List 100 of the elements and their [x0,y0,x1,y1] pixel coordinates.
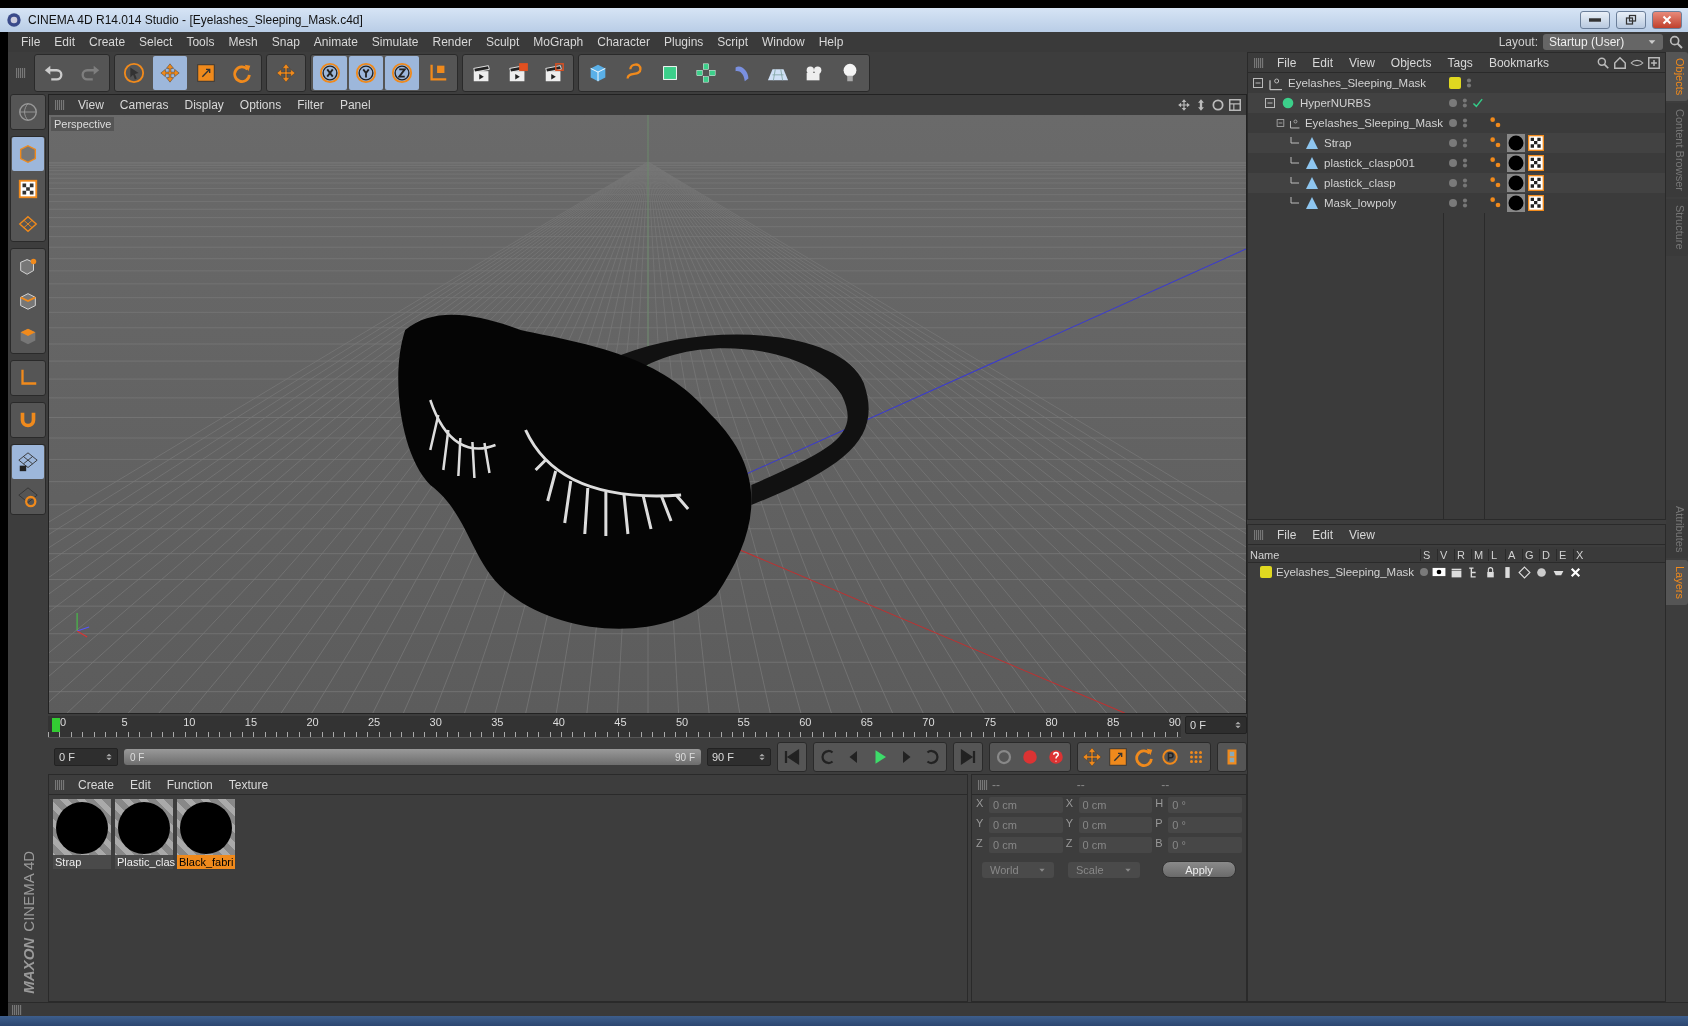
close-button[interactable] [1652,11,1682,29]
menu-item[interactable]: Mesh [221,35,265,49]
menu-item[interactable]: View [1342,527,1382,542]
toolbar-grip[interactable] [16,68,26,78]
layer-row[interactable]: Eyelashes_Sleeping_Mask [1248,563,1665,581]
column-header[interactable]: G [1522,548,1539,561]
material-swatch[interactable]: Black_fabri [177,799,235,869]
menu-item[interactable]: Plugins [656,35,711,49]
column-header[interactable]: E [1556,548,1573,561]
column-header: -- [992,777,1000,792]
frame-number: 35 [491,716,505,730]
menu-item[interactable]: Display [177,98,231,112]
restore-button[interactable] [1616,11,1646,29]
menu-item[interactable]: Function [159,777,220,792]
object-row[interactable]: Strap [1248,133,1665,153]
frame-number: 5 [121,716,129,730]
menu-item[interactable]: Edit [1305,55,1341,70]
grid-lock-icon [17,451,39,473]
frame-number: 10 [183,716,197,730]
menu-item[interactable]: View [1342,55,1382,70]
panel-grip[interactable] [1254,529,1264,540]
menu-item[interactable]: Edit [1305,527,1341,542]
menu-item[interactable]: Sculpt [478,35,527,49]
axis-label: B [1155,837,1164,851]
object-row[interactable]: plastick_clasp [1248,173,1665,193]
column-header[interactable]: A [1505,548,1522,561]
toolbar-button[interactable] [349,56,383,90]
visibility-dot[interactable] [1449,159,1457,167]
menu-item[interactable]: Edit [47,35,83,49]
status-grip[interactable] [12,1004,22,1015]
menu-item[interactable]: Render [425,35,479,49]
menu-item[interactable]: Tools [179,35,222,49]
axis-label: Z [976,837,984,851]
menu-item[interactable]: Tags [1440,55,1480,70]
end-frame-field[interactable]: 90 F [707,748,771,766]
menu-item[interactable]: Animate [306,35,365,49]
menu-item[interactable]: Character [590,35,657,49]
column-header[interactable]: L [1488,548,1505,561]
menu-item[interactable]: Filter [290,98,331,112]
menu-item[interactable]: Select [132,35,180,49]
layout-dropdown[interactable]: Startup (User) [1543,34,1663,50]
globe-icon [17,101,39,123]
menu-item[interactable]: File [1270,55,1304,70]
column-header[interactable]: D [1539,548,1556,561]
visibility-dot[interactable] [1449,179,1457,187]
column-header[interactable]: X [1573,548,1590,561]
solo-dot[interactable] [1420,568,1428,576]
viewport[interactable]: Perspective [49,115,1246,713]
start-frame-field[interactable]: 0 F [54,748,118,766]
visibility-dot[interactable] [1449,139,1457,147]
menu-item[interactable]: Options [232,98,289,112]
home-icon [1613,55,1627,70]
menu-item[interactable]: Help [811,35,851,49]
object-row[interactable]: HyperNURBS [1248,93,1665,113]
timeline-ruler[interactable]: 0 5 10 15 20 25 30 35 40 45 50 55 60 65 70 75 80 85 90 [48,716,1181,738]
menu-item[interactable]: Objects [1383,55,1439,70]
menu-item[interactable]: Create [82,35,133,49]
menu-item[interactable]: Simulate [364,35,426,49]
menu-item[interactable]: Script [710,35,755,49]
menu-item[interactable]: Edit [123,777,158,792]
axis-label: Z [1065,837,1074,851]
tool-button[interactable] [12,445,44,479]
menu-item[interactable]: Snap [264,35,307,49]
menu-item[interactable]: File [1270,527,1304,542]
material-swatch[interactable]: Plastic_clas [115,799,173,869]
minimize-button[interactable] [1580,11,1610,29]
collapse-icon [1252,77,1264,89]
texture-tag-icon [1528,195,1544,211]
visibility-dot[interactable] [1449,199,1457,207]
panel-grip[interactable] [55,779,65,790]
menu-item[interactable]: Window [755,35,812,49]
toolbar-button[interactable] [313,56,347,90]
x-axis-icon [319,62,341,84]
menu-item[interactable]: Cameras [112,98,176,112]
column-header[interactable]: Name [1248,548,1420,561]
panel-grip[interactable] [978,779,988,790]
menu-item[interactable]: File [14,35,48,49]
menu-item[interactable]: MoGraph [526,35,591,49]
material-swatch[interactable]: Strap [53,799,111,869]
current-frame-field[interactable]: 0 F [1185,716,1247,734]
toolbar-button[interactable] [385,56,419,90]
panel-grip[interactable] [1254,57,1264,68]
column-header[interactable]: M [1471,548,1488,561]
menu-item[interactable]: Texture [221,777,276,792]
search-icon [1668,34,1684,50]
frame-number: 70 [922,716,936,730]
visibility-dot[interactable] [1449,119,1457,127]
skip-forward-icon [959,748,977,766]
menu-item[interactable]: Panel [332,98,378,112]
menu-item[interactable]: Create [71,777,122,792]
column-header[interactable]: S [1420,548,1437,561]
material-preview-icon [53,799,111,855]
menu-item[interactable]: View [71,98,111,112]
column-header[interactable]: V [1437,548,1454,561]
column-header[interactable]: R [1454,548,1471,561]
triangle-mesh-icon [1304,135,1320,151]
menu-item[interactable]: Bookmarks [1481,55,1556,70]
panel-grip[interactable] [55,100,65,110]
apply-button[interactable]: Apply [1162,861,1236,878]
visibility-dot[interactable] [1449,99,1457,107]
